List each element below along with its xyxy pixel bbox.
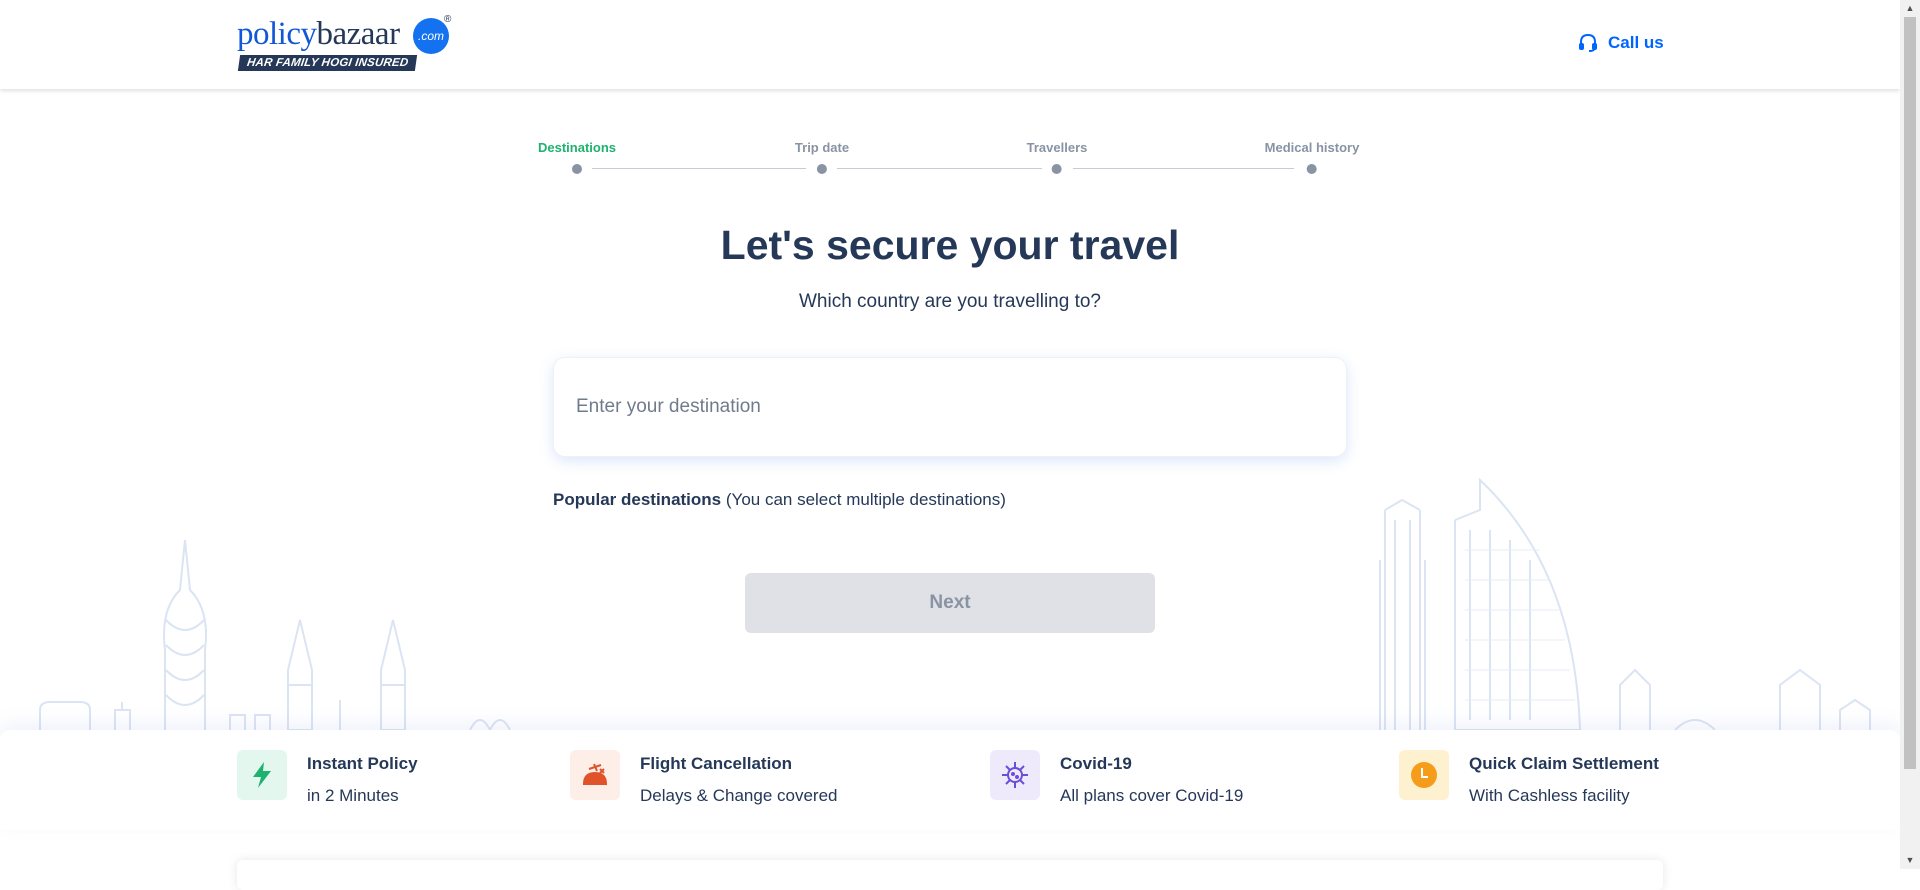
flight-cancel-icon — [570, 750, 620, 800]
destination-field[interactable] — [553, 357, 1347, 457]
feature-title: Covid-19 — [1060, 754, 1132, 773]
content-card-preview — [237, 860, 1663, 890]
feature-flight-cancellation: Flight Cancellation Delays & Change cove… — [570, 750, 838, 806]
step-travellers[interactable]: Travellers — [1026, 140, 1088, 174]
feature-covid: Covid-19 All plans cover Covid-19 — [990, 750, 1243, 806]
virus-icon — [990, 750, 1040, 800]
scrollbar-thumb[interactable] — [1904, 17, 1916, 769]
popular-destinations-label: Popular destinations — [553, 490, 722, 509]
step-medical-history[interactable]: Medical history — [1264, 140, 1360, 174]
next-button[interactable]: Next — [745, 573, 1155, 633]
step-dot — [1052, 164, 1062, 174]
policybazaar-logo[interactable]: policybazaar .com ® HAR FAMILY HOGI INSU… — [237, 14, 455, 74]
feature-subtitle: All plans cover Covid-19 — [1060, 786, 1244, 805]
step-label: Trip date — [794, 140, 850, 155]
clock-icon — [1399, 750, 1449, 800]
logo-registered-mark: ® — [444, 14, 452, 25]
scroll-up-arrow-icon[interactable]: ▲ — [1900, 0, 1920, 17]
logo-primary: policy — [237, 16, 317, 52]
logo-secondary: bazaar — [316, 16, 400, 52]
step-destinations[interactable]: Destinations — [538, 140, 616, 174]
step-dot — [1306, 164, 1317, 174]
feature-subtitle: With Cashless facility — [1469, 786, 1630, 805]
step-label: Destinations — [537, 140, 617, 155]
step-label: Travellers — [1026, 140, 1088, 155]
stepper-line — [592, 168, 806, 169]
feature-title: Instant Policy — [307, 754, 418, 773]
step-trip-date[interactable]: Trip date — [795, 140, 849, 174]
features-strip: Instant Policy in 2 Minutes Flight Cance… — [0, 730, 1900, 830]
page-title: Let's secure your travel — [720, 222, 1180, 268]
headset-icon — [1578, 33, 1598, 53]
feature-quick-claim: Quick Claim Settlement With Cashless fac… — [1399, 750, 1659, 806]
call-us-button[interactable]: Call us — [1578, 33, 1664, 53]
feature-subtitle: Delays & Change covered — [640, 786, 838, 805]
popular-destinations-hint: (You can select multiple destinations) — [725, 490, 1006, 509]
step-dot — [817, 164, 827, 174]
popular-destinations: Popular destinations (You can select mul… — [553, 490, 1006, 510]
logo-wordmark: policybazaar — [237, 16, 400, 53]
lightning-icon — [237, 750, 287, 800]
page-subtitle: Which country are you travelling to? — [798, 291, 1102, 312]
call-us-label: Call us — [1608, 33, 1664, 52]
scroll-down-arrow-icon[interactable]: ▼ — [1900, 852, 1920, 869]
step-dot — [571, 164, 582, 174]
progress-stepper: Destinations Trip date Travellers Medica… — [538, 140, 1360, 180]
feature-title: Flight Cancellation — [640, 754, 793, 773]
step-label: Medical history — [1264, 140, 1360, 155]
feature-title: Quick Claim Settlement — [1469, 754, 1659, 773]
feature-instant-policy: Instant Policy in 2 Minutes — [237, 750, 418, 806]
vertical-scrollbar[interactable]: ▲ ▼ — [1900, 0, 1920, 869]
logo-tagline: HAR FAMILY HOGI INSURED — [237, 55, 418, 71]
stepper-line — [1073, 168, 1294, 169]
stepper-line — [837, 168, 1042, 169]
destination-input[interactable] — [574, 388, 1318, 426]
feature-subtitle: in 2 Minutes — [307, 786, 399, 805]
top-header: policybazaar .com ® HAR FAMILY HOGI INSU… — [0, 0, 1900, 89]
